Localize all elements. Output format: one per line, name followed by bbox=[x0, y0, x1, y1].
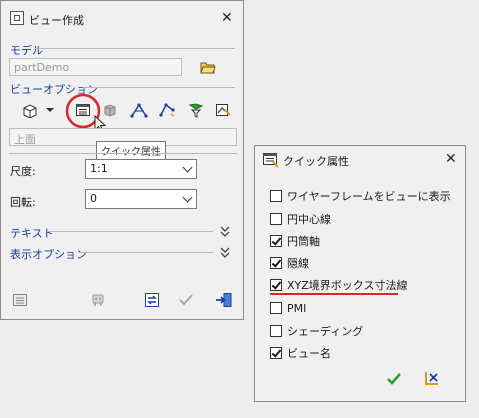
attribute-checkbox-row[interactable]: ワイヤーフレームをビューに表示 bbox=[270, 188, 451, 204]
view-style-icon[interactable] bbox=[214, 101, 232, 119]
hinge-axis-icon[interactable] bbox=[158, 101, 176, 119]
orient-view-icon[interactable] bbox=[21, 101, 39, 119]
attribute-checkbox-row[interactable]: XYZ境界ボックス寸法線 bbox=[270, 277, 407, 293]
attribute-checkbox-row[interactable]: シェーディング bbox=[270, 323, 363, 339]
attribute-checkbox-row[interactable]: 隠線 bbox=[270, 255, 309, 271]
display-options-divider bbox=[79, 252, 213, 253]
checkbox[interactable] bbox=[270, 235, 282, 247]
close-icon[interactable]: ✕ bbox=[221, 11, 233, 25]
view-create-dialog: ビュー作成 ✕ モデル partDemo ビューオプション 上面 尺度: 1:1… bbox=[0, 0, 244, 320]
view-options-divider bbox=[83, 87, 235, 88]
dialog-app-icon bbox=[10, 11, 24, 25]
checkbox-label: 円筒軸 bbox=[287, 235, 320, 248]
checkbox-label: 隠線 bbox=[287, 257, 309, 270]
checkbox-label: PMI bbox=[287, 301, 307, 315]
text-section-header[interactable]: テキスト bbox=[10, 225, 54, 241]
display-options-section-header[interactable]: 表示オプション bbox=[10, 246, 87, 262]
cancel-icon[interactable] bbox=[423, 369, 441, 387]
expand-display-options-icon[interactable] bbox=[220, 247, 230, 259]
model-field: partDemo bbox=[9, 58, 182, 76]
scale-value: 1:1 bbox=[90, 162, 108, 175]
rotation-value: 0 bbox=[90, 192, 97, 205]
checkbox-label: シェーディング bbox=[287, 325, 364, 338]
quick-attributes-title: クイック属性 bbox=[283, 155, 349, 168]
options-divider bbox=[9, 153, 237, 154]
highlight-underline bbox=[270, 293, 398, 295]
view-filter-icon[interactable] bbox=[187, 101, 205, 119]
checkbox[interactable] bbox=[270, 279, 282, 291]
model-section-header: モデル bbox=[10, 44, 43, 57]
rotation-label: 回転: bbox=[10, 196, 36, 209]
open-folder-icon[interactable] bbox=[199, 58, 217, 76]
checkbox-label: 円中心線 bbox=[287, 213, 331, 226]
robot-icon[interactable] bbox=[89, 291, 107, 309]
text-section-divider bbox=[47, 231, 213, 232]
dialog-title: ビュー作成 bbox=[29, 14, 84, 27]
list-settings-icon[interactable] bbox=[11, 291, 29, 309]
quick-attributes-title-icon bbox=[263, 153, 279, 168]
scale-label: 尺度: bbox=[10, 165, 36, 178]
checkbox[interactable] bbox=[270, 325, 282, 337]
chevron-down-icon bbox=[182, 162, 193, 173]
checkbox[interactable] bbox=[270, 257, 282, 269]
checkbox[interactable] bbox=[270, 302, 282, 314]
attribute-checkbox-row[interactable]: PMI bbox=[270, 300, 306, 316]
checkbox-label: ビュー名 bbox=[287, 347, 331, 360]
ok-check-icon[interactable] bbox=[386, 371, 402, 387]
attribute-checkbox-row[interactable]: ビュー名 bbox=[270, 345, 331, 361]
quick-attributes-dialog: クイック属性 ✕ ワイヤーフレームをビューに表示 円中心線円筒軸隠線 XYZ境界ボッ… bbox=[254, 145, 466, 402]
checkbox[interactable] bbox=[270, 213, 282, 225]
attribute-checkbox-row[interactable]: 円中心線 bbox=[270, 211, 331, 227]
refresh-view-icon[interactable] bbox=[143, 291, 161, 309]
close-icon[interactable]: ✕ bbox=[445, 152, 457, 166]
checkbox[interactable] bbox=[270, 347, 282, 359]
rotation-combobox[interactable]: 0 bbox=[85, 189, 197, 209]
back-check-icon[interactable] bbox=[177, 291, 195, 309]
model-section-divider bbox=[35, 48, 235, 49]
chevron-down-icon bbox=[182, 192, 193, 203]
scale-combobox[interactable]: 1:1 bbox=[85, 159, 197, 179]
checkbox[interactable] bbox=[270, 190, 282, 202]
attribute-checkbox-row[interactable]: 円筒軸 bbox=[270, 233, 320, 249]
checkbox-label: XYZ境界ボックス寸法線 bbox=[287, 279, 408, 292]
projection-axis-icon[interactable] bbox=[130, 101, 148, 119]
checkbox-label: ワイヤーフレームをビューに表示 bbox=[287, 190, 451, 203]
orient-dropdown-icon[interactable] bbox=[45, 101, 55, 119]
quick-attributes-tooltip: クイック属性 bbox=[96, 141, 166, 160]
exit-icon[interactable] bbox=[215, 291, 233, 309]
expand-text-icon[interactable] bbox=[220, 226, 230, 238]
